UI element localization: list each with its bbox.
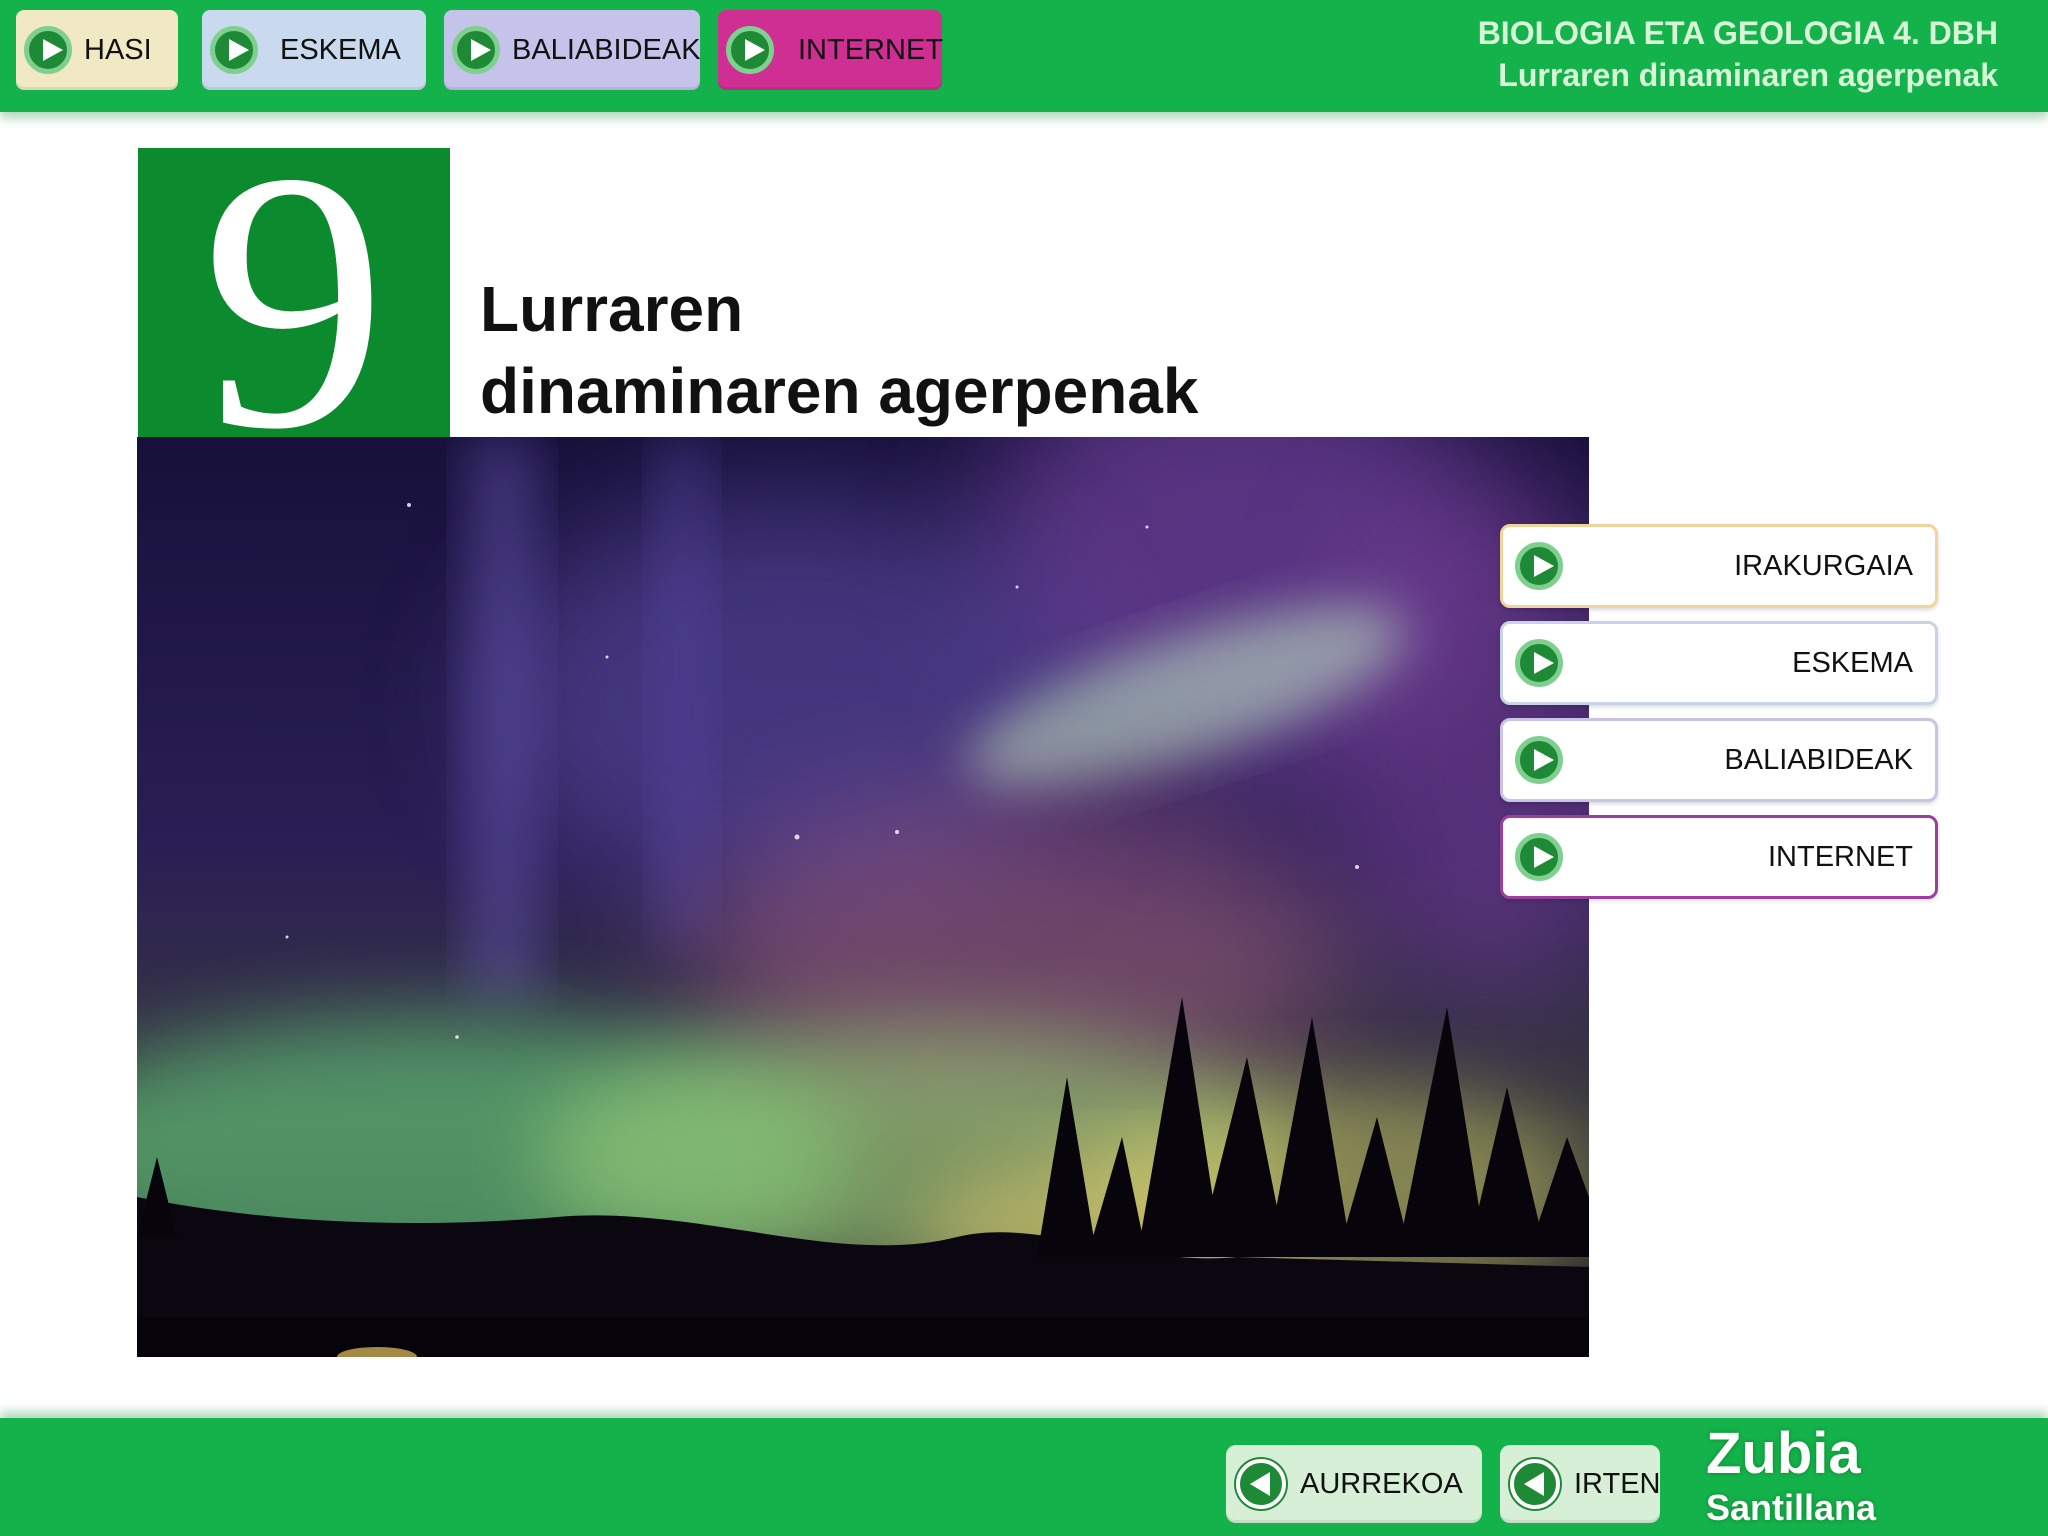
nav-baliabideak-button[interactable]: BALIABIDEAK (444, 10, 701, 90)
back-arrow-icon (1236, 1459, 1286, 1509)
nav-eskema-label: ESKEMA (280, 33, 401, 66)
page-title: Lurraren dinaminaren agerpenak (480, 268, 1198, 432)
play-icon (1515, 736, 1563, 784)
title-line-2: dinaminaren agerpenak (480, 355, 1199, 427)
menu-internet-label: INTERNET (1768, 840, 1913, 873)
play-icon (24, 26, 72, 74)
menu-irakurgaia-button[interactable]: IRAKURGAIA (1500, 524, 1938, 608)
exit-button[interactable]: IRTEN (1500, 1445, 1660, 1523)
course-header: BIOLOGIA ETA GEOLOGIA 4. DBH Lurraren di… (1478, 12, 1998, 96)
menu-baliabideak-label: BALIABIDEAK (1724, 743, 1913, 776)
exit-label: IRTEN (1574, 1467, 1661, 1500)
nav-baliabideak-label: BALIABIDEAK (512, 33, 701, 66)
nav-hasi-label: HASI (84, 33, 152, 66)
nav-internet-button[interactable]: INTERNET (718, 10, 943, 90)
brand-line-1: Zubia (1706, 1421, 1861, 1486)
menu-eskema-label: ESKEMA (1792, 646, 1913, 679)
menu-eskema-button[interactable]: ESKEMA (1500, 621, 1938, 705)
menu-irakurgaia-label: IRAKURGAIA (1734, 549, 1913, 582)
aurora-photo (137, 437, 1589, 1357)
prev-label: AURREKOA (1300, 1467, 1463, 1500)
top-nav-bar: HASI ESKEMA BALIABIDEAK INTERNET BIOLOGI… (0, 0, 2048, 112)
play-icon (210, 26, 258, 74)
unit-number-box: 9 (138, 148, 450, 438)
play-icon (452, 26, 500, 74)
play-icon (726, 26, 774, 74)
nav-eskema-button[interactable]: ESKEMA (202, 10, 426, 90)
back-arrow-icon (1510, 1459, 1560, 1509)
brand-line-2: Santillana (1706, 1487, 1877, 1528)
unit-subtitle: Lurraren dinaminaren agerpenak (1498, 57, 1998, 93)
title-line-1: Lurraren (480, 273, 744, 345)
play-icon (1515, 833, 1563, 881)
unit-number: 9 (201, 148, 387, 438)
nav-internet-label: INTERNET (798, 33, 943, 66)
course-title: BIOLOGIA ETA GEOLOGIA 4. DBH (1477, 15, 1998, 51)
publisher-logo: Zubia Santillana (1706, 1422, 1876, 1530)
menu-baliabideak-button[interactable]: BALIABIDEAK (1500, 718, 1938, 802)
prev-button[interactable]: AURREKOA (1226, 1445, 1482, 1523)
menu-internet-button[interactable]: INTERNET (1500, 815, 1938, 899)
play-icon (1515, 639, 1563, 687)
play-icon (1515, 542, 1563, 590)
nav-hasi-button[interactable]: HASI (16, 10, 178, 90)
